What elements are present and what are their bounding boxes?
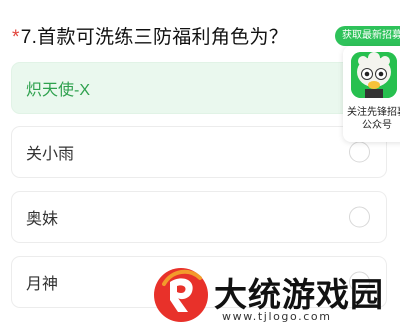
option-3[interactable]: 奥妹 [11,191,387,243]
required-mark: * [12,27,20,48]
option-label: 奥妹 [26,211,59,228]
promo-caption: 关注先锋招募 公众号 [347,106,400,132]
cartoon-mascot-icon [351,52,397,98]
option-2[interactable]: 关小雨 [11,126,387,178]
radio-button[interactable] [349,206,370,228]
watermark-url: www.tjlogo.com [222,310,332,323]
radio-button[interactable] [349,141,370,163]
promo-card[interactable]: 关注先锋招募 公众号 [343,46,400,142]
question-text: 7.首款可洗练三防福利角色为？ [20,27,289,48]
option-label: 关小雨 [26,146,75,163]
option-label: 炽天使-X [26,82,91,99]
promo-line-2: 公众号 [362,120,392,131]
watermark-title: 大统游戏园 [214,275,384,314]
promo-pill[interactable]: 获取最新招募码 [335,26,400,46]
question-title: *7.首款可洗练三防福利角色为？ [12,22,288,49]
watermark: 大统游戏园 www.tjlogo.com [150,262,400,330]
brand-logo-icon [154,268,208,322]
promo-line-1: 关注先锋招募 [347,107,400,118]
option-label: 月神 [26,276,59,293]
option-1[interactable]: 炽天使-X [11,62,387,114]
